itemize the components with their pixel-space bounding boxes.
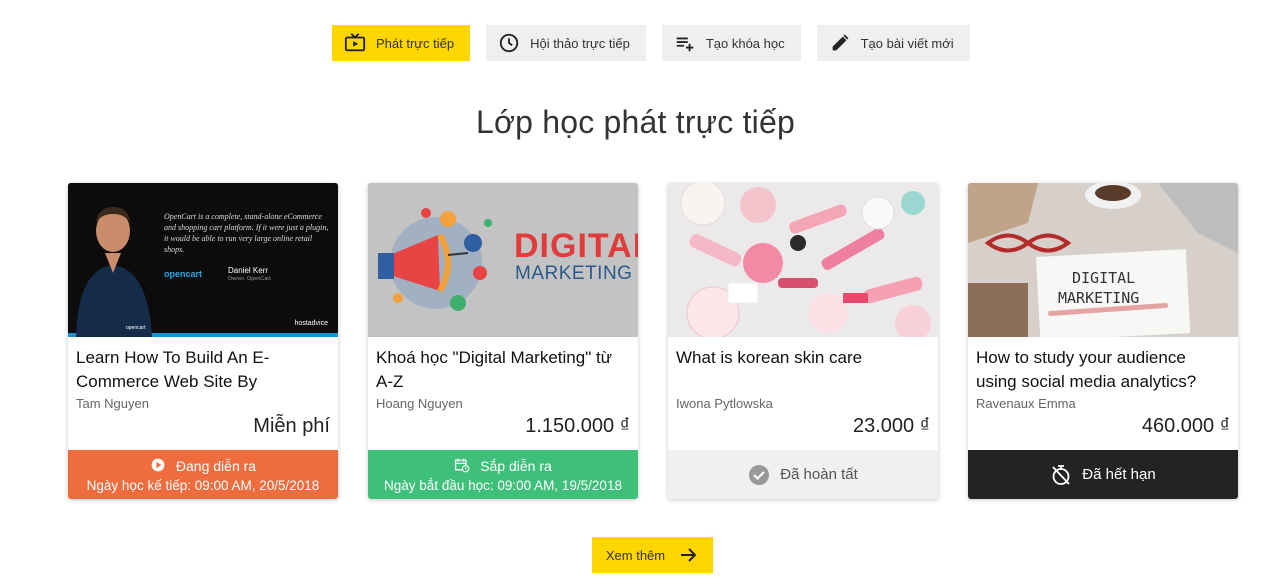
status-bar-completed: Đã hoàn tất	[668, 450, 938, 499]
status-label: Đang diễn ra	[175, 457, 257, 474]
thumbnail-subheading: MARKETING	[1058, 289, 1140, 307]
course-thumbnail: opencart OpenCart is a complete, stand-a…	[68, 183, 338, 337]
course-title[interactable]: How to study your audience using social …	[976, 346, 1230, 394]
see-more-button[interactable]: Xem thêm	[592, 537, 713, 573]
course-title[interactable]: Learn How To Build An E-Commerce Web Sit…	[76, 346, 330, 394]
quote-author: Daniel Kerr	[228, 266, 269, 275]
check-circle-icon	[748, 464, 770, 486]
course-card[interactable]: DIGITAL MARKETING Khoá học "Digital Mark…	[368, 183, 638, 499]
course-thumbnail	[668, 183, 938, 337]
course-author: Hoang Nguyen	[376, 396, 463, 411]
hostadvice-watermark: hostadvice	[294, 320, 328, 327]
status-label: Đã hoàn tất	[780, 466, 858, 483]
opencart-logo: opencart	[164, 269, 203, 279]
tab-label: Hội thảo trực tiếp	[530, 35, 630, 51]
thumbnail-heading: DIGITAL	[514, 227, 638, 265]
status-label: Đã hết hạn	[1082, 466, 1156, 483]
course-author: Iwona Pytlowska	[676, 396, 773, 411]
course-card-list: opencart OpenCart is a complete, stand-a…	[68, 183, 1238, 499]
status-label: Sắp diễn ra	[480, 457, 552, 474]
calendar-clock-icon	[454, 457, 472, 475]
quote-author-role: Owner, OpenCart	[228, 276, 271, 282]
course-price: 23.000 ₫	[853, 415, 930, 437]
course-card[interactable]: opencart OpenCart is a complete, stand-a…	[68, 183, 338, 499]
status-bar-live: Đang diễn ra Ngày học kế tiếp: 09:00 AM,…	[68, 450, 338, 499]
section-title: Lớp học phát trực tiếp	[476, 104, 795, 140]
thumbnail-quote: OpenCart is a complete, stand-alone eCom…	[164, 212, 329, 254]
clock-icon	[498, 32, 520, 54]
course-title[interactable]: What is korean skin care	[676, 346, 930, 394]
tab-new-post[interactable]: Tạo bài viết mới	[816, 25, 970, 61]
course-price: Miễn phí	[253, 415, 330, 437]
course-card[interactable]: What is korean skin care Iwona Pytlowska…	[668, 183, 938, 499]
play-circle-icon	[150, 457, 168, 475]
thumbnail-heading: DIGITAL	[1072, 269, 1136, 287]
tv-play-icon	[344, 32, 366, 54]
tab-live-webinar[interactable]: Hội thảo trực tiếp	[486, 25, 646, 61]
status-bar-upcoming: Sắp diễn ra Ngày bắt đầu học: 09:00 AM, …	[368, 450, 638, 499]
tab-label: Tạo khóa học	[705, 35, 785, 51]
see-more-label: Xem thêm	[605, 547, 666, 563]
status-bar-expired: Đã hết hạn	[968, 450, 1238, 499]
arrow-right-icon	[679, 545, 699, 565]
course-title[interactable]: Khoá học "Digital Marketing" từ A-Z	[376, 346, 630, 394]
course-price: 460.000 ₫	[1141, 415, 1230, 437]
tab-create-course[interactable]: Tạo khóa học	[661, 25, 801, 61]
status-detail: Ngày bắt đầu học: 09:00 AM, 19/5/2018	[384, 477, 622, 493]
tab-label: Tạo bài viết mới	[860, 35, 954, 51]
svg-text:opencart: opencart	[126, 325, 146, 331]
course-author: Ravenaux Emma	[976, 396, 1076, 411]
tab-live-stream[interactable]: Phát trực tiếp	[332, 25, 471, 61]
tab-label: Phát trực tiếp	[376, 35, 455, 51]
course-author: Tam Nguyen	[76, 396, 149, 411]
course-thumbnail: DIGITAL MARKETING	[368, 183, 638, 337]
status-detail: Ngày học kế tiếp: 09:00 AM, 20/5/2018	[86, 477, 320, 493]
course-thumbnail: DIGITAL MARKETING	[968, 183, 1238, 337]
playlist-add-icon	[674, 32, 696, 54]
thumbnail-subheading: MARKETING	[515, 263, 633, 284]
timer-off-icon	[1050, 464, 1072, 486]
broadcast-tabs: Phát trực tiếp Hội thảo trực tiếp Tạo kh…	[332, 25, 986, 61]
pencil-icon	[829, 32, 851, 54]
course-price: 1.150.000 ₫	[525, 415, 630, 437]
course-card[interactable]: DIGITAL MARKETING How to study your audi…	[968, 183, 1238, 499]
